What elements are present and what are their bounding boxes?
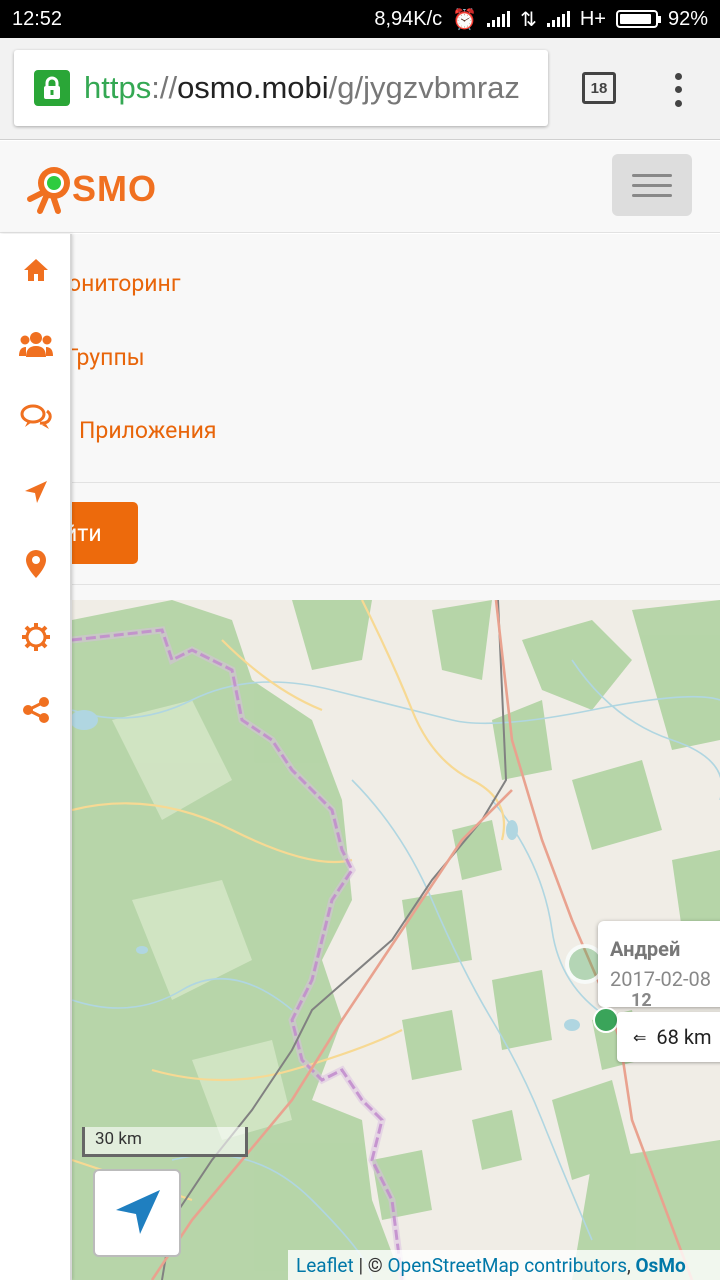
osmo-link[interactable]: OsMo <box>635 1254 685 1277</box>
address-bar[interactable]: https://osmo.mobi/g/jygzvbmraz <box>14 50 548 126</box>
lock-icon[interactable] <box>34 70 70 106</box>
logo-text: SMO <box>72 168 158 209</box>
more-options-icon[interactable] <box>668 70 688 110</box>
nav-item-groups[interactable]: Группы <box>66 344 145 371</box>
signal-icon-2 <box>546 11 570 27</box>
users-icon[interactable] <box>18 326 54 362</box>
arrow-left-icon: ⇐ <box>633 1027 647 1047</box>
alarm-icon: ⏰ <box>452 8 478 31</box>
divider <box>0 584 720 585</box>
site-header: SMO <box>0 141 720 233</box>
map-scale: 30 km <box>82 1127 248 1157</box>
chat-icon[interactable] <box>18 400 54 436</box>
navigation-arrow-icon <box>116 1190 160 1234</box>
nav-item-apps[interactable]: Приложения <box>79 417 217 444</box>
battery-percent: 92% <box>667 7 708 30</box>
browser-toolbar: https://osmo.mobi/g/jygzvbmraz 18 <box>0 38 720 140</box>
settings-icon[interactable] <box>18 619 54 655</box>
osmo-logo[interactable]: SMO <box>24 165 158 214</box>
logo-icon <box>27 167 70 214</box>
distance-tooltip: ⇐ 68 km <box>617 1012 720 1062</box>
status-icons: 8,94K/c ⏰ ⇅ H+ 92% <box>374 7 708 32</box>
navigate-icon[interactable] <box>18 474 54 510</box>
tracker-speed: 12 <box>631 990 652 1011</box>
battery-icon <box>615 10 661 28</box>
nav-item-monitoring[interactable]: ониторинг <box>68 270 180 297</box>
nav-toggle-button[interactable] <box>612 154 692 216</box>
distance-value: 68 km <box>656 1025 712 1049</box>
locate-button[interactable] <box>93 1169 181 1257</box>
url-text[interactable]: https://osmo.mobi/g/jygzvbmraz <box>84 70 520 106</box>
home-icon[interactable] <box>18 252 54 288</box>
tracker-popup[interactable]: Андрей 2017-02-08 <box>598 921 720 1007</box>
network-type: H+ <box>579 7 606 30</box>
osm-link[interactable]: OpenStreetMap contributors <box>387 1254 627 1277</box>
leaflet-link[interactable]: Leaflet <box>296 1254 354 1277</box>
sidebar <box>0 234 72 1280</box>
status-time: 12:52 <box>12 7 63 30</box>
data-transfer-icon: ⇅ <box>520 8 537 31</box>
network-speed: 8,94K/c <box>374 7 443 30</box>
tab-switcher-button[interactable]: 18 <box>582 72 616 104</box>
position-marker-icon[interactable] <box>593 1007 619 1033</box>
share-icon[interactable] <box>18 692 54 728</box>
tracker-name: Андрей <box>610 937 681 961</box>
tracker-date: 2017-02-08 <box>610 967 711 991</box>
status-bar: 12:52 8,94K/c ⏰ ⇅ H+ 92% <box>0 0 720 38</box>
map-pin-icon[interactable] <box>18 546 54 582</box>
divider <box>0 482 720 483</box>
signal-icon <box>487 11 511 27</box>
nav-menu: ониторинг Группы Приложения йти <box>0 234 720 600</box>
map-attribution: Leaflet | © OpenStreetMap contributors ,… <box>288 1250 720 1280</box>
